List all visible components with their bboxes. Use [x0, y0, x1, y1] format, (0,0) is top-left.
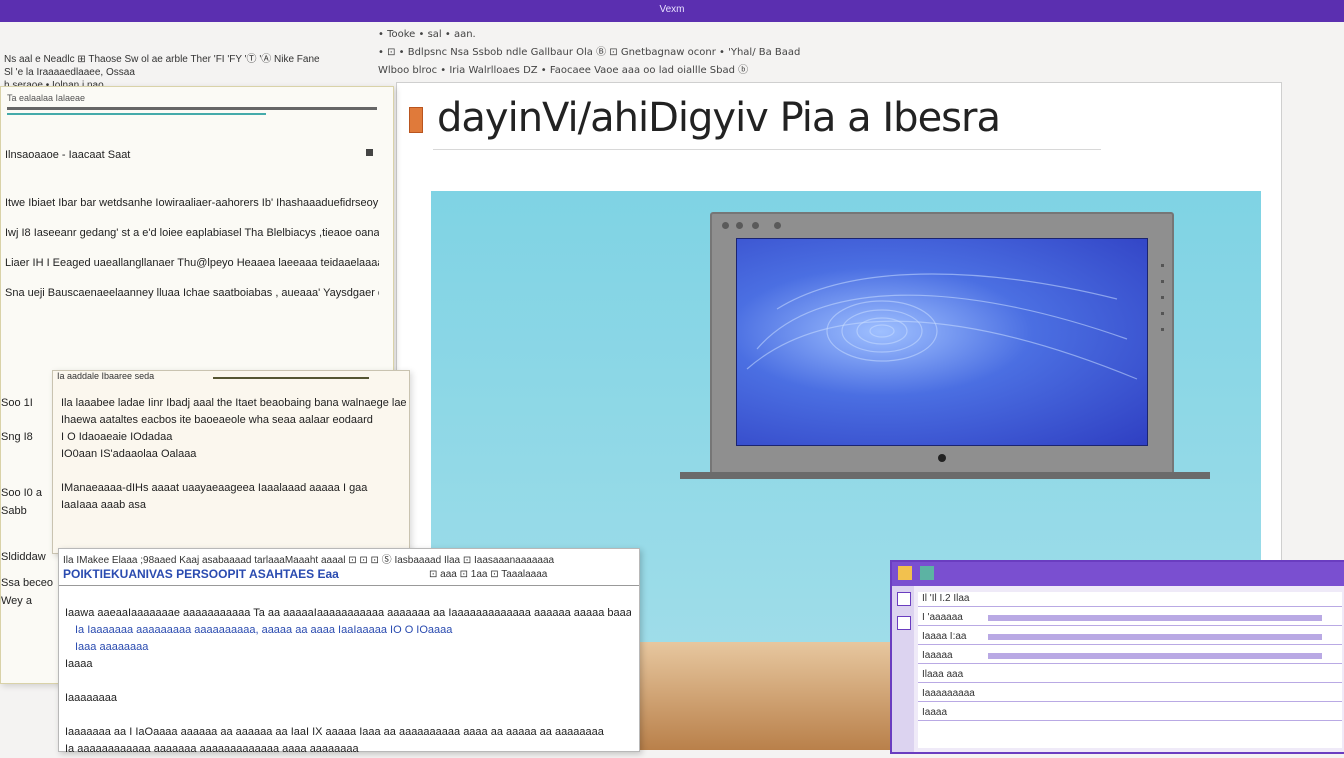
app-icon[interactable] [920, 566, 934, 580]
document-title: Ilnsaoaaoe - Iaacaat Saat [5, 149, 131, 161]
code-line: Iaaaaaaa aa I IaOaaaa aaaaaa aa aaaaaa a… [65, 726, 604, 738]
monitor-dot-icon [774, 222, 781, 229]
code-window[interactable]: Ila IMakee Elaaa ;98aaed Kaaj asabaaaad … [58, 548, 640, 755]
row-bar [988, 615, 1322, 621]
list-toolbar-rule [213, 377, 369, 379]
table-row[interactable]: I 'aaaaaa [918, 611, 1342, 626]
left-top-text: Ns aal e Neadlc ⊞ Thaose Sw ol ae arble … [0, 48, 372, 91]
document-paragraph: Sna ueji Bauscaenaeelaanney lluaa Ichae … [5, 287, 379, 299]
side-label: Sabb [1, 505, 27, 517]
row-bar [988, 653, 1322, 659]
document-paragraph: Itwe Ibiaet Ibar bar wetdsanhe Iowiraali… [5, 197, 379, 209]
table-row[interactable]: Iaaaaa [918, 649, 1342, 664]
document-paragraph: Liaer IH I Eeaged uaeallangllanaer Thu@l… [5, 257, 379, 269]
document-body: Itwe Ibiaet Ibar bar wetdsanhe Iowiraali… [5, 195, 379, 315]
code-body: Iaawa aaeaaIaaaaaaae aaaaaaaaaaa Ta aa a… [65, 605, 631, 758]
monitor-side-button [1161, 312, 1164, 315]
code-divider [59, 585, 639, 586]
left-top-line: Ns aal e Neadlc ⊞ Thaose Sw ol ae arble … [4, 54, 320, 65]
code-heading-right: ⊡ aaa ⊡ 1aa ⊡ Taaalaaaa [429, 569, 548, 580]
monitor-dot-icon [736, 222, 743, 229]
table-cell: Iaaaa I:aa [922, 631, 967, 642]
list-item[interactable]: IaaIaaa aaab asa [61, 497, 407, 514]
header-line: Wlboo blroc • Iria Walrlloaes DZ • Faoca… [378, 65, 749, 76]
row-bar [988, 634, 1322, 640]
monitor-side-button [1161, 264, 1164, 267]
table-cell: Iaaaa [922, 707, 948, 718]
monitor-side-button [1161, 296, 1164, 299]
side-label: Soo I0 a [1, 487, 42, 499]
window-title: Vexm [659, 4, 685, 15]
table-row[interactable]: Il 'Il I.2 Ilaa [918, 592, 1342, 607]
header-line: • Tooke • sal • aan. [378, 29, 476, 40]
code-line: Iaaa aaaaaaaa [75, 641, 149, 653]
code-heading: POIKTIEKUANIVAS PERSOOPIT ASAHTAES Eaa [63, 567, 339, 581]
folder-icon[interactable] [898, 566, 912, 580]
sidebar-item-icon[interactable] [897, 616, 911, 630]
document-toolbar-rule [7, 107, 377, 110]
document-toolbar-label: Ta ealaalaa Ialaeae [7, 93, 86, 103]
side-label: Sldiddaw [1, 551, 46, 563]
list-body: Ila laaabee ladae Iinr Ibadj aaal the It… [61, 395, 407, 514]
power-button-icon [938, 454, 946, 462]
window-titlebar: Vexm [0, 0, 1344, 22]
list-toolbar[interactable]: Ia aaddale Ibaaree seda [53, 371, 409, 387]
header-text: • Tooke • sal • aan. • ⊡ • Bdlpsnc Nsa S… [378, 26, 938, 79]
code-toolbar[interactable]: Ila IMakee Elaaa ;98aaed Kaaj asabaaaad … [63, 551, 635, 565]
code-line: Ia Iaaaaaaa aaaaaaaaa aaaaaaaaaa, aaaaa … [75, 624, 453, 636]
side-label: Ssa beceo [1, 577, 53, 589]
table-cell: Ilaaa aaa [922, 669, 964, 680]
list-window[interactable]: Ia aaddale Ibaaree seda Ila laaabee lada… [52, 370, 410, 554]
purple-table: Il 'Il I.2 Ilaa I 'aaaaaa Iaaaa I:aa Iaa… [918, 592, 1342, 748]
title-divider [433, 149, 1101, 150]
close-icon[interactable] [366, 149, 373, 156]
monitor-side-button [1161, 328, 1164, 331]
document-progress-bar [7, 113, 266, 115]
list-item[interactable]: I O Idaoaeaie IOdadaa [61, 429, 407, 446]
list-item[interactable]: IManaeaaaa-dIHs aaaat uaayaeaageea Iaaal… [61, 480, 407, 497]
table-row[interactable]: Iaaaaaaaaa [918, 687, 1342, 702]
code-line: Iaaaa [65, 658, 93, 670]
monitor-illustration [710, 212, 1174, 478]
monitor-screen [736, 238, 1148, 446]
table-row[interactable]: Ilaaa aaa [918, 668, 1342, 683]
header-line: • ⊡ • Bdlpsnc Nsa Ssbob ndle Gallbaur Ol… [378, 47, 801, 58]
document-toolbar[interactable]: Ta ealaalaa Ialaeae [7, 93, 377, 115]
table-cell: Iaaaaa [922, 650, 953, 661]
swirl-graphic [746, 273, 1138, 380]
list-toolbar-label: Ia aaddale Ibaaree seda [57, 371, 155, 381]
list-item[interactable]: IO0aan IS'adaaolaa Oalaaa [61, 446, 407, 463]
side-label: Soo 1I [1, 397, 33, 409]
table-row[interactable]: Iaaaa I:aa [918, 630, 1342, 645]
purple-app-window[interactable]: Il 'Il I.2 Ilaa I 'aaaaaa Iaaaa I:aa Iaa… [890, 560, 1344, 754]
side-label: Sng I8 [1, 431, 33, 443]
purple-window-titlebar [892, 562, 1344, 586]
table-cell: Il 'Il I.2 Ilaa [922, 593, 970, 604]
purple-sidebar [892, 586, 914, 752]
side-label: Wey a [1, 595, 32, 607]
table-cell: I 'aaaaaa [922, 612, 963, 623]
monitor-dot-icon [722, 222, 729, 229]
document-paragraph: Iwj I8 Iaseeanr gedang' st a e'd loiee e… [5, 227, 379, 239]
table-cell: Iaaaaaaaaa [922, 688, 975, 699]
monitor-stand [680, 472, 1210, 479]
list-item[interactable]: Ila laaabee ladae Iinr Ibadj aaal the It… [61, 395, 407, 412]
sidebar-item-icon[interactable] [897, 592, 911, 606]
list-item[interactable]: Ihaewa aataltes eacbos ite baoeaeole wha… [61, 412, 407, 429]
monitor-dot-icon [752, 222, 759, 229]
code-line: Iaawa aaeaaIaaaaaaae aaaaaaaaaaa Ta aa a… [65, 607, 631, 619]
table-row[interactable]: Iaaaa [918, 706, 1342, 721]
main-window-title: dayinVi/ahiDigyiv Pia a Ibesra [437, 95, 1001, 141]
left-top-line: Sl 'e la Iraaaaedlaaee, Ossaa [4, 67, 135, 78]
monitor-side-button [1161, 280, 1164, 283]
document-icon [409, 107, 423, 133]
list-item [61, 463, 407, 480]
code-line: Iaaaaaaaa [65, 692, 117, 704]
